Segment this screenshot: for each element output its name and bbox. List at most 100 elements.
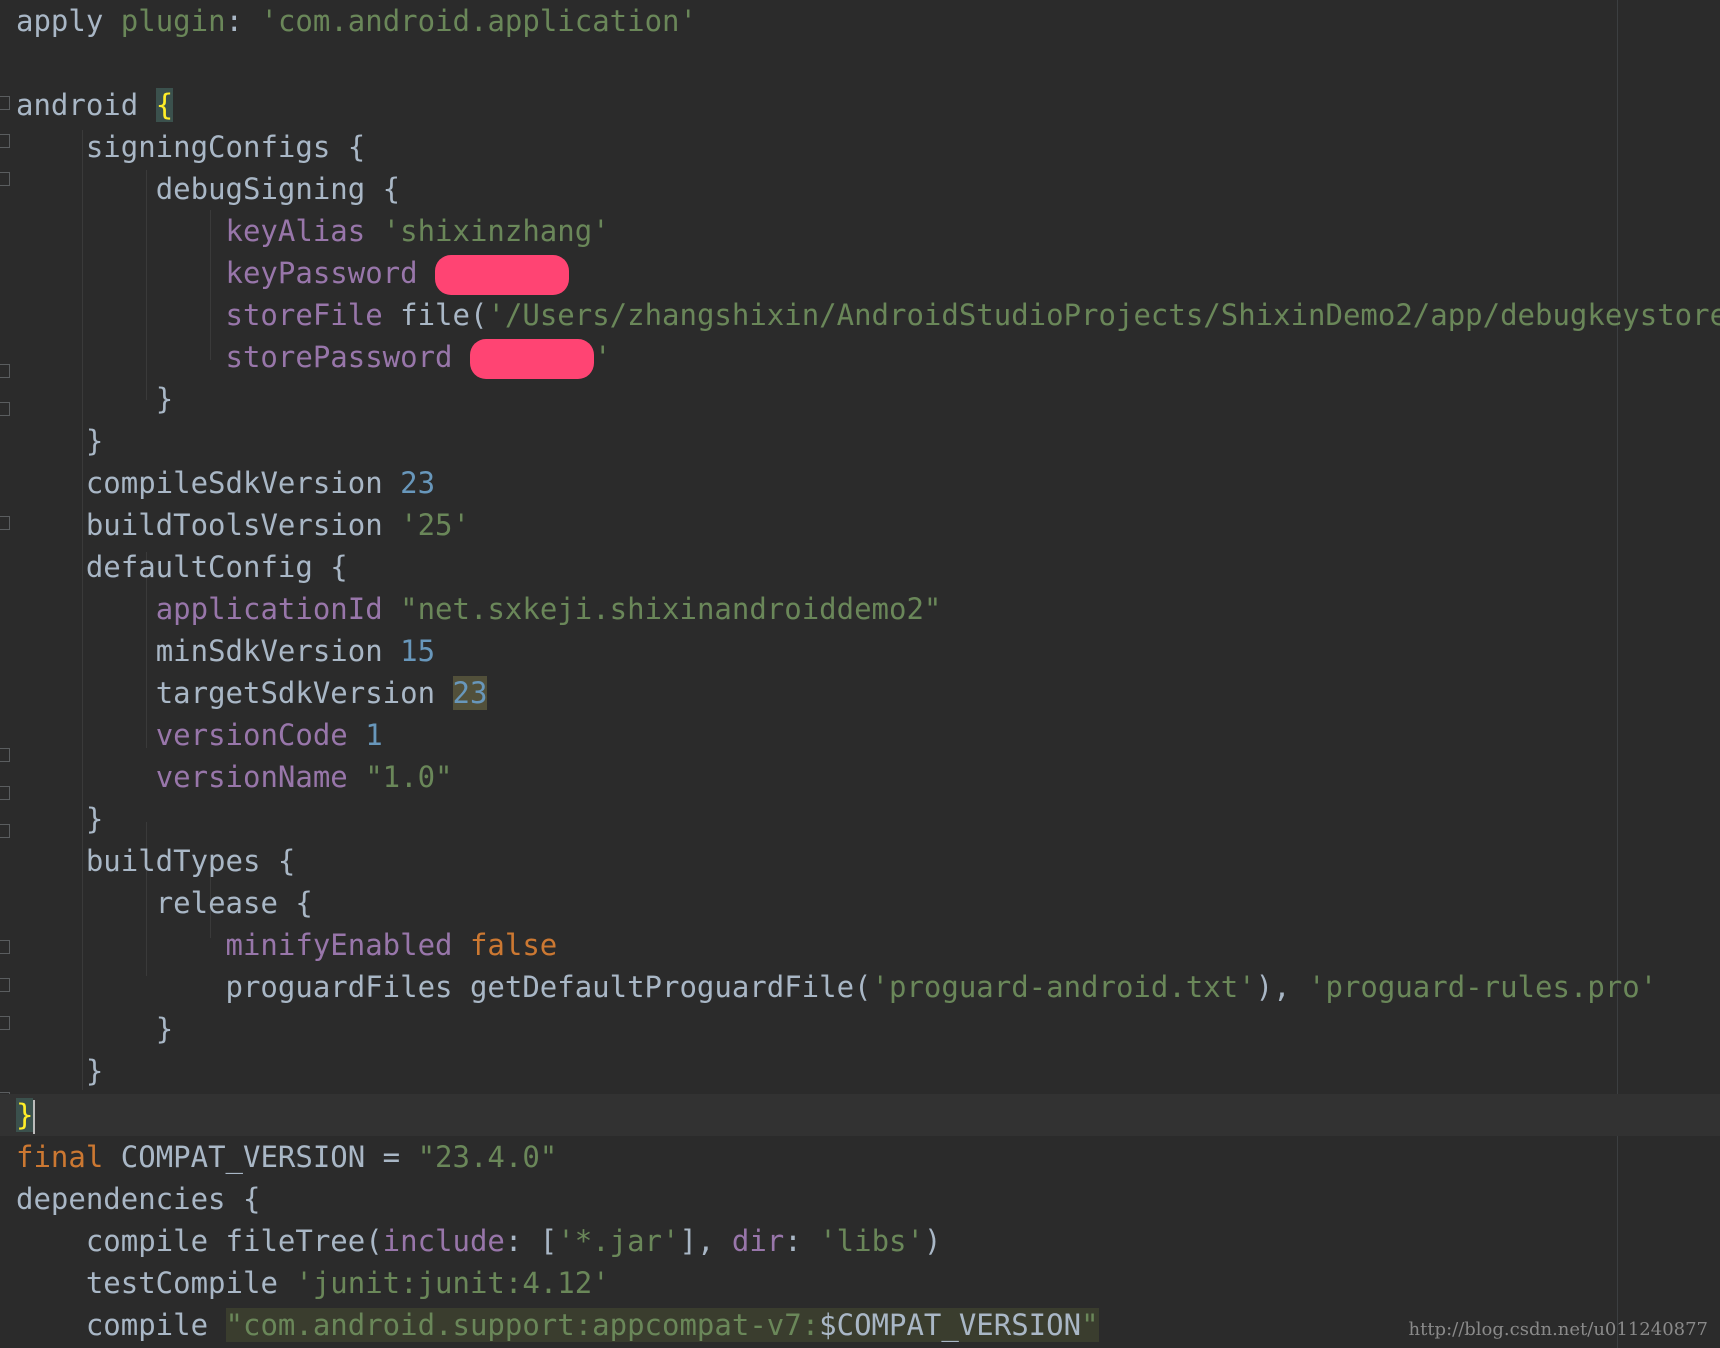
- current-line-highlight: [0, 1094, 1720, 1136]
- token: 'junit:junit:4.12': [295, 1266, 610, 1300]
- code-line[interactable]: }: [16, 420, 103, 462]
- code-line[interactable]: buildToolsVersion '25': [16, 504, 470, 546]
- token: storeFile: [225, 298, 383, 332]
- token: targetSdkVersion: [155, 676, 436, 710]
- token: 'com.android.application': [260, 4, 697, 38]
- code-line[interactable]: testCompile 'junit:junit:4.12': [16, 1262, 610, 1304]
- token: file(: [400, 298, 488, 332]
- token: keyAlias: [225, 214, 366, 248]
- token: 'shixinzhang': [382, 214, 610, 248]
- fold-icon[interactable]: [0, 134, 10, 148]
- right-margin-guide: [1617, 0, 1618, 1348]
- token: '*.jar': [557, 1224, 680, 1258]
- fold-icon[interactable]: [0, 748, 10, 762]
- code-line[interactable]: targetSdkVersion 23: [16, 672, 488, 714]
- matched-brace: }: [16, 1098, 34, 1132]
- token: }: [85, 424, 104, 458]
- token: 15: [400, 634, 436, 668]
- token: ],: [679, 1224, 732, 1258]
- code-line[interactable]: apply plugin: 'com.android.application': [16, 0, 697, 42]
- token: }: [155, 1012, 174, 1046]
- code-line[interactable]: minifyEnabled false: [16, 924, 558, 966]
- fold-icon[interactable]: [0, 364, 10, 378]
- code-line[interactable]: dependencies {: [16, 1178, 260, 1220]
- redaction-mark: [435, 255, 570, 295]
- fold-icon[interactable]: [0, 96, 10, 110]
- token: :: [225, 4, 244, 38]
- code-line[interactable]: compileSdkVersion 23: [16, 462, 435, 504]
- token: buildToolsVersion: [85, 508, 383, 542]
- redaction-mark: [469, 339, 594, 379]
- token: '/Users/zhangshixin/AndroidStudioProject…: [487, 298, 1720, 332]
- fold-icon[interactable]: [0, 824, 10, 838]
- code-line[interactable]: minSdkVersion 15: [16, 630, 435, 672]
- text-caret: [33, 1100, 36, 1134]
- token: '25': [400, 508, 470, 542]
- fold-icon[interactable]: [0, 1016, 10, 1030]
- token: storePassword: [225, 340, 453, 374]
- token: minifyEnabled: [225, 928, 453, 962]
- matched-brace: {: [155, 88, 174, 122]
- token: minSdkVersion: [155, 634, 383, 668]
- token: ": [1081, 1308, 1099, 1342]
- code-line[interactable]: signingConfigs {: [16, 126, 365, 168]
- code-line[interactable]: android {: [16, 84, 174, 126]
- token: include: [382, 1224, 505, 1258]
- code-line[interactable]: buildTypes {: [16, 840, 296, 882]
- code-line[interactable]: defaultConfig {: [16, 546, 348, 588]
- token: 23: [400, 466, 436, 500]
- token: dependencies {: [16, 1182, 261, 1216]
- token: buildTypes {: [85, 844, 296, 878]
- code-line[interactable]: keyAlias 'shixinzhang': [16, 210, 610, 252]
- token: release {: [155, 886, 313, 920]
- fold-icon[interactable]: [0, 516, 10, 530]
- fold-icon[interactable]: [0, 940, 10, 954]
- code-line[interactable]: }: [16, 798, 103, 840]
- token: defaultConfig {: [85, 550, 348, 584]
- code-line[interactable]: }: [16, 1050, 103, 1092]
- code-line[interactable]: debugSigning {: [16, 168, 400, 210]
- highlighted-token: 23: [452, 676, 488, 710]
- token: "com.android.support:appcompat-v7:: [225, 1308, 820, 1342]
- code-line[interactable]: storeFile file('/Users/zhangshixin/Andro…: [16, 294, 1720, 336]
- token: 1: [365, 718, 383, 752]
- token: "1.0": [365, 760, 453, 794]
- fold-icon[interactable]: [0, 978, 10, 992]
- code-line[interactable]: release {: [16, 882, 313, 924]
- code-line[interactable]: keyPassword: [16, 252, 570, 295]
- token: COMPAT_VERSION =: [103, 1140, 418, 1174]
- token: compile fileTree(: [85, 1224, 383, 1258]
- fold-icon[interactable]: [0, 786, 10, 800]
- token: plugin: [120, 4, 226, 38]
- token: : [: [504, 1224, 558, 1258]
- token: 'proguard-android.txt': [871, 970, 1256, 1004]
- code-line[interactable]: compile fileTree(include: ['*.jar'], dir…: [16, 1220, 942, 1262]
- code-line[interactable]: }: [16, 1008, 173, 1050]
- token: 'libs': [819, 1224, 924, 1258]
- token: :: [784, 1224, 820, 1258]
- token: }: [85, 802, 104, 836]
- code-line-current[interactable]: }: [16, 1094, 36, 1136]
- token: ): [923, 1224, 942, 1258]
- code-line[interactable]: compile "com.android.support:appcompat-v…: [16, 1304, 1099, 1346]
- fold-gutter: [0, 0, 14, 1348]
- token: 'proguard-rules.pro': [1308, 970, 1658, 1004]
- token: }: [85, 1054, 104, 1088]
- token: keyPassword: [225, 256, 418, 290]
- code-line[interactable]: applicationId "net.sxkeji.shixinandroidd…: [16, 588, 942, 630]
- code-editor[interactable]: apply plugin: 'com.android.application' …: [0, 0, 1720, 1348]
- token: debugSigning {: [155, 172, 401, 206]
- fold-icon[interactable]: [0, 172, 10, 186]
- fold-icon[interactable]: [0, 402, 10, 416]
- code-line[interactable]: versionCode 1: [16, 714, 383, 756]
- code-line[interactable]: proguardFiles getDefaultProguardFile('pr…: [16, 966, 1658, 1008]
- code-line[interactable]: final COMPAT_VERSION = "23.4.0": [16, 1136, 557, 1178]
- token: final: [16, 1140, 104, 1174]
- code-line[interactable]: storePassword ': [16, 336, 611, 379]
- token: applicationId: [155, 592, 383, 626]
- token: versionCode: [155, 718, 348, 752]
- code-line[interactable]: versionName "1.0": [16, 756, 453, 798]
- token: versionName: [155, 760, 348, 794]
- token: $COMPAT_VERSION: [819, 1308, 1082, 1342]
- code-line[interactable]: }: [16, 378, 173, 420]
